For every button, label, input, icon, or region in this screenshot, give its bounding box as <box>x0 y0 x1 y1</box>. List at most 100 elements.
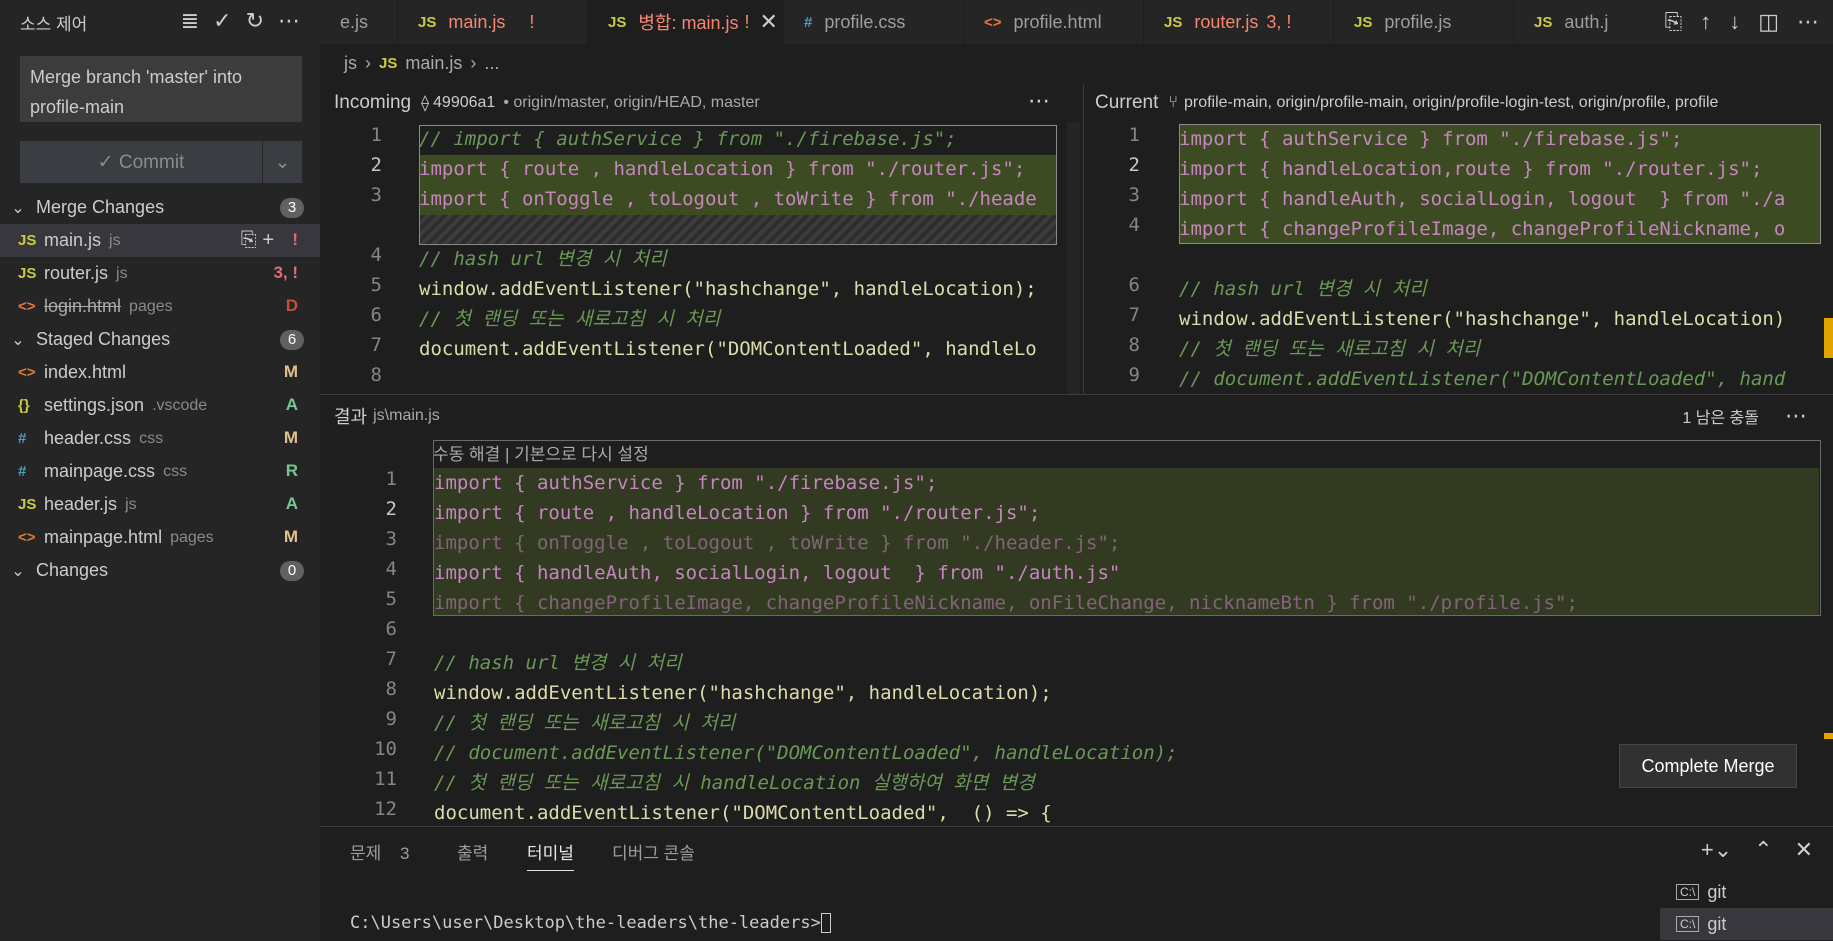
breadcrumb-folder[interactable]: js <box>344 53 357 74</box>
file-dir: js <box>116 264 128 282</box>
current-code[interactable]: import { authService } from "./firebase.… <box>1179 124 1819 394</box>
terminal-item[interactable]: C:\ git <box>1660 876 1833 908</box>
open-file-icon[interactable]: ⎘ <box>1665 9 1683 35</box>
tab-problems[interactable]: 문제 3 <box>350 839 409 864</box>
chevron-up-icon[interactable]: ⌃ <box>1754 837 1772 863</box>
more-actions-icon[interactable]: ⋯ <box>1028 88 1050 114</box>
chevron-right-icon: › <box>365 52 371 73</box>
commit-dropdown-icon[interactable]: ⌄ <box>262 141 302 183</box>
breadcrumb-file[interactable]: main.js <box>405 53 462 74</box>
conflict-count: 1 남은 충돌 <box>1682 409 1759 427</box>
file-name: login.html <box>44 296 122 316</box>
more-actions-icon[interactable]: ⋯ <box>278 8 300 34</box>
line-number: 5 <box>385 588 397 610</box>
changes-section[interactable]: ⌄ Changes 0 <box>0 554 320 587</box>
code-line: // hash url 변경 시 처리 <box>434 652 682 674</box>
arrow-down-icon[interactable]: ↓ <box>1729 9 1740 35</box>
breadcrumb: js › JS main.js › ... <box>320 44 1833 82</box>
complete-merge-button[interactable]: Complete Merge <box>1619 744 1797 788</box>
tab-auth-js[interactable]: JS auth.j <box>1514 0 1654 44</box>
commit-message-input[interactable]: Merge branch 'master' into profile-main <box>20 56 302 122</box>
file-dir: pages <box>129 297 173 315</box>
merge-changes-section[interactable]: ⌄ Merge Changes 3 <box>0 191 320 224</box>
line-number: 6 <box>385 618 397 640</box>
tab-profile-html[interactable]: <> profile.html <box>964 0 1144 44</box>
code-line: window.addEventListener("hashchange", ha… <box>419 278 1037 300</box>
close-icon[interactable]: ✕ <box>760 9 778 35</box>
tab-profile-css[interactable]: # profile.css <box>784 0 964 44</box>
tab-router-js[interactable]: JS router.js 3, ! <box>1144 0 1334 44</box>
terminal-icon: C:\ <box>1676 916 1700 932</box>
sidebar-actions: ≣ ✓ ↻ ⋯ <box>181 8 300 34</box>
arrow-up-icon[interactable]: ↑ <box>1700 9 1711 35</box>
js-file-icon: JS <box>1534 13 1553 31</box>
scroll-marker <box>1824 318 1833 358</box>
list-item-login-html[interactable]: <> login.html pages D <box>0 290 320 323</box>
source-control-sidebar: 소스 제어 ≣ ✓ ↻ ⋯ Merge branch 'master' into… <box>0 0 320 941</box>
tab-debug-console[interactable]: 디버그 콘솔 <box>612 839 695 864</box>
code-line: import { handleLocation,route } from "./… <box>1179 158 1763 180</box>
tab-e-js[interactable]: e.js <box>320 0 398 44</box>
terminal-item[interactable]: C:\ git <box>1660 908 1833 940</box>
line-number: 8 <box>1128 334 1140 356</box>
commit-button[interactable]: ✓ Commit ⌄ <box>20 141 302 183</box>
terminal-cursor <box>820 913 831 933</box>
js-file-icon: JS <box>1354 13 1373 31</box>
tab-label: e.js <box>340 11 369 32</box>
count-badge: 6 <box>280 330 304 350</box>
list-item-header-css[interactable]: # header.css css M <box>0 422 320 455</box>
tab-main-js[interactable]: JS main.js ! <box>398 0 588 44</box>
list-item-router-js[interactable]: JS router.js js 3, ! <box>0 257 320 290</box>
incoming-commit[interactable]: 49906a1 <box>433 94 495 112</box>
breadcrumb-more[interactable]: ... <box>484 53 499 74</box>
status-badge: A <box>285 494 298 513</box>
row-actions: ⎘ + <box>241 229 274 252</box>
code-line: import { handleAuth, socialLogin, logout… <box>434 562 1121 584</box>
status-badge: M <box>283 527 298 546</box>
tab-profile-js[interactable]: JS profile.js <box>1334 0 1514 44</box>
list-item-main-js[interactable]: JS main.js js ⎘ + ! <box>0 224 320 257</box>
list-item-settings-json[interactable]: {} settings.json .vscode A <box>0 389 320 422</box>
commit-check-icon[interactable]: ✓ <box>213 8 231 34</box>
js-file-icon: JS <box>18 232 37 249</box>
result-code[interactable]: import { authService } from "./firebase.… <box>434 468 1819 826</box>
line-number: 4 <box>1128 214 1140 236</box>
line-number: 11 <box>374 768 397 790</box>
view-as-tree-icon[interactable]: ≣ <box>181 8 199 34</box>
js-file-icon: JS <box>1164 13 1183 31</box>
file-name: main.js <box>44 230 102 250</box>
new-terminal-plus-icon[interactable]: +⌄ <box>1701 837 1732 863</box>
list-item-mainpage-html[interactable]: <> mainpage.html pages M <box>0 521 320 554</box>
close-icon[interactable]: ✕ <box>1795 837 1813 863</box>
list-item-mainpage-css[interactable]: # mainpage.css css R <box>0 455 320 488</box>
chevron-right-icon: › <box>470 52 477 73</box>
line-number: 1 <box>1128 124 1140 146</box>
terminal-output[interactable]: C:\Users\user\Desktop\the-leaders\the-le… <box>350 913 831 933</box>
tab-merge-main-js[interactable]: JS 병합: main.js ! ✕ <box>588 0 784 44</box>
list-item-index-html[interactable]: <> index.html M <box>0 356 320 389</box>
stage-plus-icon[interactable]: + <box>262 229 274 251</box>
staged-changes-section[interactable]: ⌄ Staged Changes 6 <box>0 323 320 356</box>
terminal-name: git <box>1707 913 1727 934</box>
bottom-panel: 문제 3 출력 터미널 디버그 콘솔 +⌄ ⌃ ✕ C:\Users\user\… <box>320 826 1833 941</box>
code-line: // 첫 랜딩 또는 새로고침 시 처리 <box>1179 338 1481 360</box>
more-actions-icon[interactable]: ⋯ <box>1785 403 1807 429</box>
line-number: 4 <box>370 244 382 266</box>
line-number: 10 <box>374 738 397 760</box>
list-item-header-js[interactable]: JS header.js js A <box>0 488 320 521</box>
incoming-code[interactable]: // import { authService } from "./fireba… <box>419 124 1079 394</box>
tab-terminal[interactable]: 터미널 <box>527 839 574 871</box>
tab-output[interactable]: 출력 <box>457 839 488 864</box>
result-header: 결과 js\main.js 1 남은 충돌 ⋯ <box>320 394 1833 436</box>
code-line: // document.addEventListener("DOMContent… <box>434 742 1178 764</box>
html-file-icon: <> <box>18 529 36 546</box>
status-badge: ! <box>292 230 298 249</box>
open-file-icon[interactable]: ⎘ <box>241 229 257 251</box>
split-editor-icon[interactable]: ◫ <box>1758 9 1779 35</box>
tab-label: profile.js <box>1384 11 1452 32</box>
chevron-down-icon: ⌄ <box>11 199 25 217</box>
more-actions-icon[interactable]: ⋯ <box>1797 9 1819 35</box>
incoming-scrollbar[interactable] <box>1067 122 1080 394</box>
section-label: Merge Changes <box>36 197 165 217</box>
refresh-icon[interactable]: ↻ <box>246 8 264 34</box>
